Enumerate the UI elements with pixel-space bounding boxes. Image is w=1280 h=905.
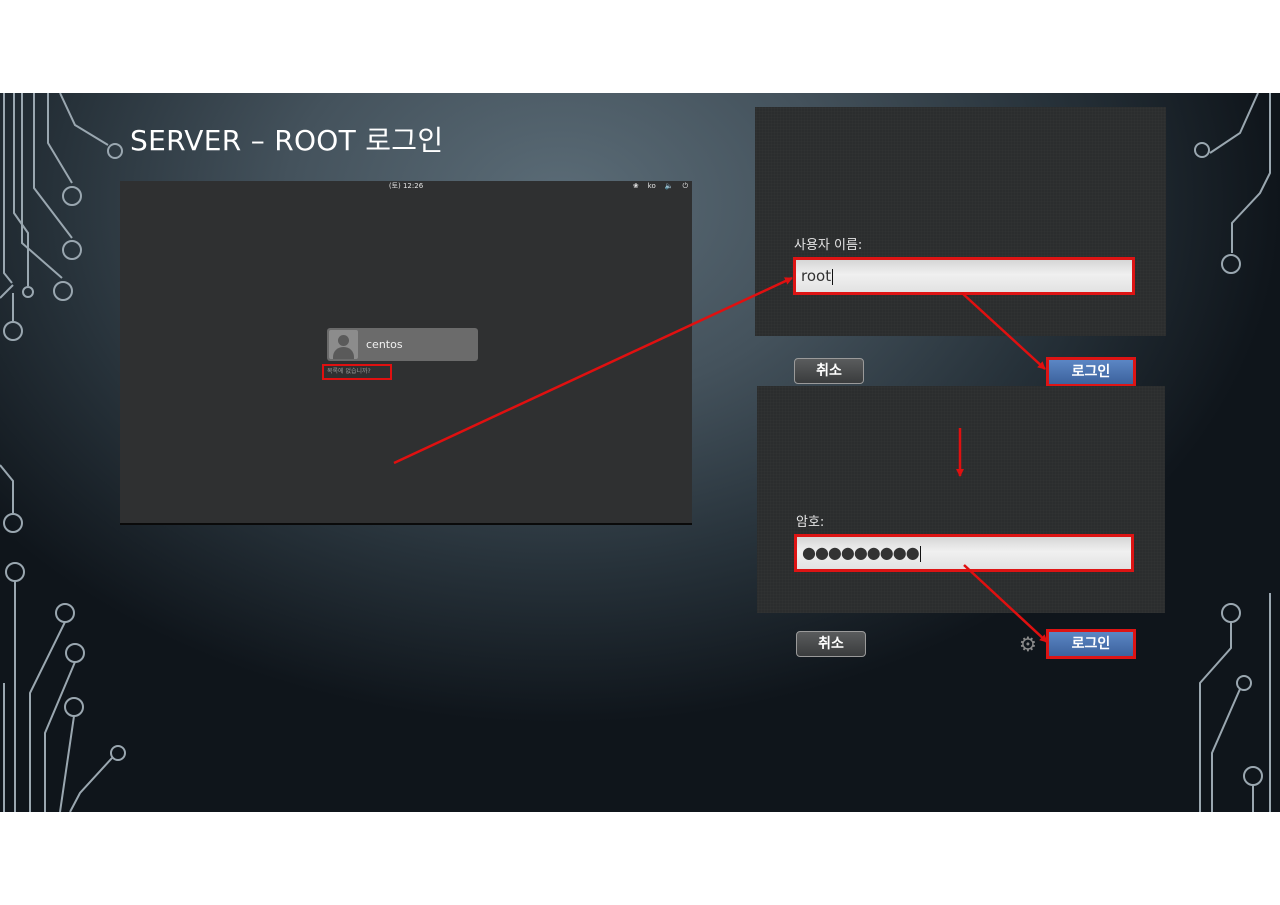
volume-icon[interactable]: 🔈 <box>665 181 674 191</box>
gear-icon[interactable]: ⚙ <box>1019 634 1037 654</box>
username-input[interactable]: root <box>793 257 1135 295</box>
password-dialog: 암호: ●●●●●●●●● 취소 ⚙ 로그인 <box>757 386 1165 659</box>
language-indicator[interactable]: ko <box>648 181 656 191</box>
accessibility-icon[interactable]: ❀ <box>633 181 639 191</box>
password-value: ●●●●●●●●● <box>802 543 920 562</box>
top-bar: (토) 12:26 ❀ ko 🔈 ⏻ <box>120 181 692 192</box>
password-label: 암호: <box>796 515 825 530</box>
username-value: root <box>801 267 832 285</box>
not-listed-link[interactable]: 목록에 없습니까? <box>322 364 392 380</box>
clock[interactable]: (토) 12:26 <box>120 181 692 191</box>
user-avatar-icon <box>329 330 358 359</box>
system-tray[interactable]: ❀ ko 🔈 ⏻ <box>633 181 688 191</box>
username-dialog: 사용자 이름: root 취소 로그인 <box>755 107 1166 387</box>
username-label: 사용자 이름: <box>794 238 863 253</box>
cancel-button[interactable]: 취소 <box>796 631 866 657</box>
power-icon[interactable]: ⏻ <box>682 181 688 191</box>
cancel-button[interactable]: 취소 <box>794 358 864 384</box>
password-input[interactable]: ●●●●●●●●● <box>794 534 1134 572</box>
user-list-item[interactable]: centos <box>327 328 478 361</box>
login-screen: (토) 12:26 ❀ ko 🔈 ⏻ centos 목록에 없습니까? <box>120 181 692 525</box>
slide-title: SERVER – ROOT 로그인 <box>130 124 444 157</box>
login-button[interactable]: 로그인 <box>1046 357 1136 387</box>
username-label: centos <box>366 338 403 351</box>
login-button[interactable]: 로그인 <box>1046 629 1136 659</box>
